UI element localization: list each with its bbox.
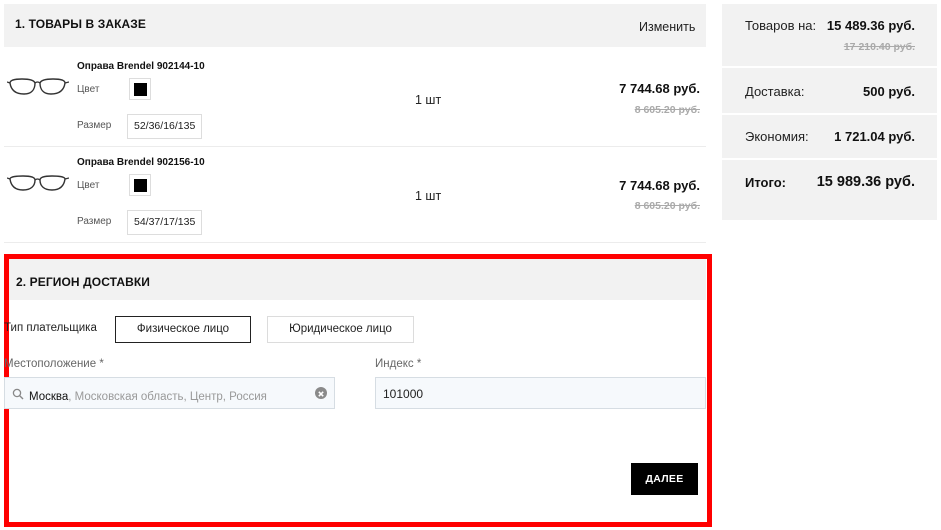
- savings-label: Экономия:: [745, 129, 809, 144]
- size-value: 52/36/16/135: [127, 114, 203, 139]
- clear-location-icon[interactable]: [315, 387, 327, 399]
- size-label: Размер: [77, 216, 112, 227]
- delivery-value: 500 руб.: [863, 84, 915, 99]
- product-quantity: 1 шт: [415, 93, 442, 107]
- color-swatch-fill: [134, 179, 147, 192]
- product-price: 7 744.68 руб.: [619, 178, 700, 193]
- color-swatch: [129, 174, 151, 196]
- change-order-link[interactable]: Изменить: [639, 20, 695, 34]
- payer-type-label: Тип плательщика: [4, 322, 97, 334]
- order-summary-panel: Товаров на: 15 489.36 руб. 17 210.40 руб…: [722, 4, 937, 220]
- product-old-price: 8 605.20 руб.: [634, 200, 700, 212]
- product-name[interactable]: Оправа Brendel 902144-10: [77, 61, 205, 72]
- index-input[interactable]: 101000: [375, 377, 706, 409]
- index-label: Индекс *: [375, 358, 422, 370]
- goods-total-value: 15 489.36 руб.: [826, 18, 915, 33]
- color-swatch-fill: [134, 83, 147, 96]
- total-value: 15 989.36 руб.: [816, 174, 915, 190]
- product-price: 7 744.68 руб.: [619, 81, 700, 96]
- goods-total-old-value: 17 210.40 руб.: [843, 41, 915, 53]
- product-quantity: 1 шт: [415, 189, 442, 203]
- location-label: Местоположение *: [4, 358, 104, 370]
- index-value: 101000: [383, 387, 424, 401]
- product-old-price: 8 605.20 руб.: [634, 104, 700, 116]
- product-image[interactable]: [6, 74, 70, 100]
- search-icon: [12, 388, 24, 400]
- payer-legal-entity-button[interactable]: Юридическое лицо: [267, 316, 414, 343]
- summary-divider: [722, 113, 937, 115]
- goods-total-label: Товаров на:: [745, 18, 817, 33]
- size-value: 54/37/17/135: [127, 210, 203, 235]
- next-button[interactable]: ДАЛЕЕ: [631, 463, 698, 495]
- product-image[interactable]: [6, 171, 70, 197]
- location-city: Москва: [29, 391, 69, 403]
- color-label: Цвет: [77, 84, 100, 95]
- color-swatch: [129, 78, 151, 100]
- delivery-label: Доставка:: [745, 84, 805, 99]
- product-name[interactable]: Оправа Brendel 902156-10: [77, 157, 205, 168]
- eyeglasses-icon: [6, 175, 70, 191]
- location-region: , Московская область, Центр, Россия: [68, 391, 267, 403]
- size-label: Размер: [77, 120, 112, 131]
- total-label: Итого:: [745, 175, 786, 190]
- summary-divider: [722, 158, 937, 160]
- location-input[interactable]: Москва, Московская область, Центр, Росси…: [4, 377, 335, 409]
- color-label: Цвет: [77, 180, 100, 191]
- delivery-region-title: 2. РЕГИОН ДОСТАВКИ: [16, 275, 151, 289]
- order-items-title: 1. ТОВАРЫ В ЗАКАЗЕ: [15, 17, 147, 31]
- payer-individual-button[interactable]: Физическое лицо: [115, 316, 251, 343]
- summary-divider: [722, 66, 937, 68]
- row-divider: [4, 242, 706, 243]
- row-divider: [4, 146, 706, 147]
- location-value: Москва, Московская область, Центр, Росси…: [29, 387, 267, 405]
- savings-value: 1 721.04 руб.: [834, 129, 915, 144]
- eyeglasses-icon: [6, 78, 70, 95]
- close-icon: [318, 391, 324, 397]
